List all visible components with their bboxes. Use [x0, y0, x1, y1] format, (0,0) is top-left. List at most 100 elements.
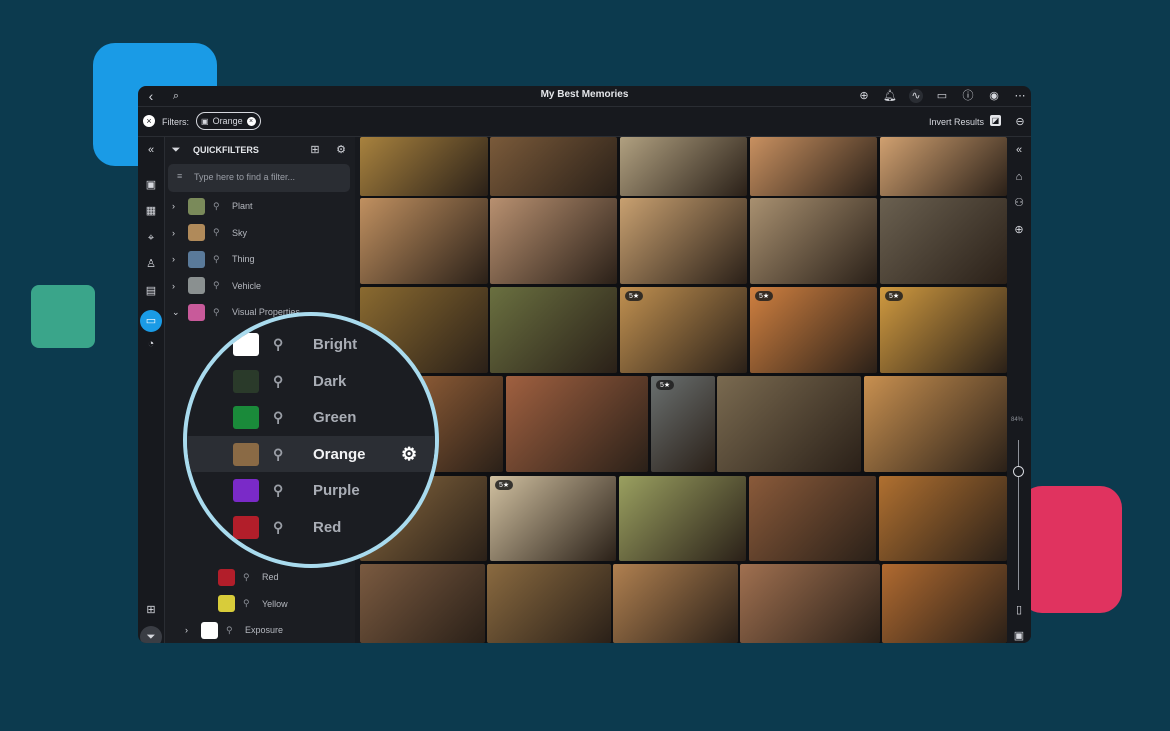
filter-item[interactable]: › ⚲ Vehicle: [172, 275, 261, 297]
briefcase-icon[interactable]: ▤: [144, 284, 158, 298]
hierarchy-icon[interactable]: ⊞: [144, 603, 158, 617]
filter-item[interactable]: › ⚲ Thing: [172, 248, 255, 270]
more-icon[interactable]: ⋯: [1013, 89, 1027, 103]
collapse-icon[interactable]: «: [144, 143, 158, 157]
photo-thumbnail[interactable]: [864, 376, 1007, 472]
photo-thumbnail[interactable]: [490, 287, 617, 373]
pin-icon[interactable]: ⚲: [243, 598, 257, 609]
chevron-icon[interactable]: ›: [172, 201, 188, 211]
filter-item[interactable]: ⚲ Red: [218, 566, 279, 588]
chevron-icon[interactable]: ⌄: [172, 307, 188, 318]
zoom-slider-handle[interactable]: [1013, 466, 1024, 477]
funnel-icon: ⏷: [171, 144, 181, 156]
zoom-slider[interactable]: [1018, 440, 1019, 590]
devices-icon[interactable]: ▭: [935, 89, 949, 103]
top-bar: ‹ ⌕ My Best Memories ⊕ 🔔︎ ∿ ▭ ⓘ ◉ ⋯: [138, 86, 1031, 107]
filter-search-input[interactable]: ≡ Type here to find a filter...: [168, 164, 350, 192]
pin-icon[interactable]: ⚲: [273, 446, 293, 463]
magnified-filter-item[interactable]: ⚲ Bright: [187, 327, 435, 363]
photo-thumbnail[interactable]: [613, 564, 738, 643]
photo-thumbnail[interactable]: [506, 376, 648, 472]
image-icon[interactable]: ▣: [144, 178, 158, 192]
photo-thumbnail[interactable]: [360, 564, 485, 643]
photo-thumbnail[interactable]: [880, 137, 1007, 196]
rating-badge: 5★: [625, 291, 644, 301]
pin-icon[interactable]: ⚲: [273, 373, 293, 390]
pin-icon[interactable]: ⚲: [273, 336, 293, 353]
pin-icon[interactable]: ⚲: [273, 482, 293, 499]
people-icon[interactable]: ⚇: [1012, 196, 1026, 210]
gauge-icon[interactable]: ◔: [144, 337, 158, 351]
location-icon[interactable]: ⌖: [144, 231, 158, 245]
filter-chip-orange[interactable]: ▣ Orange ×: [196, 112, 261, 130]
person-icon[interactable]: ♙: [144, 257, 158, 271]
magnified-filter-item[interactable]: ⚲ Orange ⚙: [187, 436, 435, 472]
photo-thumbnail[interactable]: [620, 198, 747, 284]
help-icon[interactable]: ⓘ: [961, 89, 975, 103]
filter-thumbnail: [233, 442, 259, 466]
photo-thumbnail[interactable]: [490, 137, 617, 196]
photo-thumbnail[interactable]: [360, 137, 488, 196]
pin-icon[interactable]: ⚲: [273, 519, 293, 536]
tag-icon[interactable]: ⌂: [1012, 170, 1026, 184]
pin-icon[interactable]: ⚲: [226, 625, 240, 636]
calendar-icon[interactable]: ▦: [144, 204, 158, 218]
filter-item[interactable]: › ⚲ Exposure: [185, 619, 283, 641]
chevron-icon[interactable]: ›: [172, 228, 188, 238]
photo-thumbnail[interactable]: [620, 137, 747, 196]
bell-icon[interactable]: 🔔︎: [883, 89, 897, 103]
pin-icon[interactable]: ⚲: [273, 409, 293, 426]
photo-thumbnail[interactable]: [880, 198, 1007, 284]
decor-green-square: [31, 285, 95, 348]
pin-icon[interactable]: ⚲: [213, 280, 227, 291]
expand-icon[interactable]: «: [1012, 143, 1026, 157]
settings-icon[interactable]: ⚙: [334, 143, 348, 157]
pin-icon[interactable]: ⚲: [213, 254, 227, 265]
remove-chip-icon[interactable]: ×: [246, 116, 256, 126]
account-icon[interactable]: ◉: [987, 89, 1001, 103]
pin-icon[interactable]: ⚲: [213, 227, 227, 238]
filter-item[interactable]: › ⚲ Plant: [172, 195, 253, 217]
chevron-icon[interactable]: ›: [185, 625, 201, 635]
photo-thumbnail[interactable]: [487, 564, 611, 643]
invert-toggle[interactable]: ◪: [990, 115, 1001, 126]
chevron-icon[interactable]: ›: [172, 254, 188, 264]
link-icon[interactable]: ⊖: [1013, 115, 1027, 129]
filter-icon[interactable]: ⏷: [140, 626, 162, 643]
photo-thumbnail[interactable]: 5★: [651, 376, 715, 472]
photo-thumbnail[interactable]: 5★: [490, 476, 616, 561]
photo-thumbnail[interactable]: [879, 476, 1007, 561]
filter-thumbnail: [233, 406, 259, 429]
photo-grid: 5★ 5★ 5★ 5★ 5★: [350, 137, 1007, 643]
magnified-filter-item[interactable]: ⚲ Dark: [187, 363, 435, 399]
photo-thumbnail[interactable]: [360, 198, 488, 284]
clear-filters-icon[interactable]: ×: [143, 115, 155, 127]
pin-icon[interactable]: ⚲: [213, 201, 227, 212]
add-icon[interactable]: ⊕: [857, 89, 871, 103]
activity-icon[interactable]: ∿: [909, 89, 923, 103]
photo-thumbnail[interactable]: [619, 476, 746, 561]
magnified-filter-item[interactable]: ⚲ Green: [187, 400, 435, 436]
magnified-filter-item[interactable]: ⚲ Purple: [187, 473, 435, 509]
panel-icon[interactable]: ▣: [1012, 629, 1026, 643]
photo-thumbnail[interactable]: 5★: [620, 287, 747, 373]
photo-thumbnail[interactable]: [750, 137, 877, 196]
filter-item[interactable]: ⚲ Yellow: [218, 593, 288, 615]
photo-thumbnail[interactable]: [490, 198, 617, 284]
photo-thumbnail[interactable]: [717, 376, 861, 472]
filter-item[interactable]: › ⚲ Sky: [172, 222, 247, 244]
photo-thumbnail[interactable]: [750, 198, 877, 284]
photo-thumbnail[interactable]: [882, 564, 1007, 643]
photo-thumbnail[interactable]: [749, 476, 876, 561]
photo-thumbnail[interactable]: 5★: [880, 287, 1007, 373]
pin-icon[interactable]: ⚲: [243, 572, 257, 583]
chevron-icon[interactable]: ›: [172, 281, 188, 291]
settings-icon[interactable]: ⚙: [401, 444, 417, 465]
photo-thumbnail[interactable]: [740, 564, 880, 643]
magnified-filter-item[interactable]: ⚲ Red: [187, 509, 435, 545]
photo-thumbnail[interactable]: 5★: [750, 287, 877, 373]
clipboard-icon[interactable]: ▯: [1012, 603, 1026, 617]
folder-icon[interactable]: ▭: [140, 310, 162, 332]
add-icon[interactable]: ⊕: [1012, 223, 1026, 237]
layout-icon[interactable]: ⊞: [308, 143, 322, 157]
